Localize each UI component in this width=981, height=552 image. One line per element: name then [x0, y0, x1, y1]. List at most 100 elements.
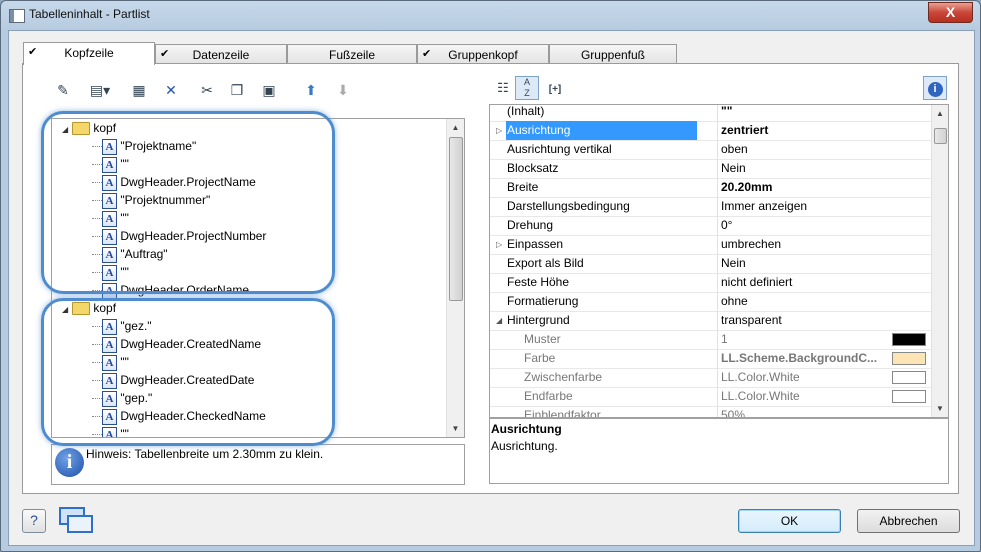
color-swatch[interactable]: [892, 333, 926, 346]
property-row[interactable]: Export als Bild Nein: [490, 254, 931, 274]
property-value[interactable]: 20.20mm: [721, 178, 886, 197]
column-separator: [717, 178, 718, 197]
column-separator: [717, 311, 718, 330]
property-value[interactable]: 50%: [721, 406, 886, 417]
dialog-client: ✔ Kopfzeile ✔ Datenzeile Fußzeile ✔ Grup…: [8, 30, 975, 546]
property-row[interactable]: Blocksatz Nein: [490, 159, 931, 179]
property-name: (Inhalt): [507, 104, 545, 118]
color-swatch[interactable]: [892, 390, 926, 403]
property-value[interactable]: LL.Color.White: [721, 387, 886, 406]
column-separator: [717, 159, 718, 178]
cut-icon[interactable]: ✂: [197, 80, 217, 100]
property-value[interactable]: oben: [721, 140, 886, 159]
tab-fusszeile[interactable]: Fußzeile: [287, 44, 417, 64]
up-icon[interactable]: ⬆: [301, 80, 321, 100]
delete-icon[interactable]: ✕: [161, 80, 181, 100]
column-separator: [717, 254, 718, 273]
cancel-button[interactable]: Abbrechen: [857, 509, 960, 533]
scroll-thumb[interactable]: [934, 128, 947, 144]
property-row[interactable]: Zwischenfarbe LL.Color.White: [490, 368, 931, 388]
hint-text: Hinweis: Tabellenbreite um 2.30mm zu kle…: [86, 447, 324, 461]
help-icon[interactable]: ?: [22, 509, 46, 533]
column-separator: [717, 197, 718, 216]
property-value[interactable]: Nein: [721, 159, 886, 178]
property-scrollbar[interactable]: ▲ ▼: [931, 105, 948, 417]
info-icon: i: [55, 448, 84, 477]
tree-scrollbar[interactable]: ▲ ▼: [446, 119, 464, 437]
dialog-window: Tabelleninhalt - Partlist X ✔ Kopfzeile …: [0, 0, 981, 552]
tab-label: Datenzeile: [192, 48, 250, 62]
expand-icon[interactable]: ▷: [496, 121, 502, 140]
property-row[interactable]: Feste Höhe nicht definiert: [490, 273, 931, 293]
info-toggle-button[interactable]: i: [923, 76, 947, 100]
scroll-up-icon[interactable]: ▲: [447, 119, 464, 136]
color-swatch[interactable]: [892, 352, 926, 365]
property-value[interactable]: transparent: [721, 311, 886, 330]
property-row[interactable]: Muster 1: [490, 330, 931, 350]
property-value[interactable]: nicht definiert: [721, 273, 886, 292]
property-row[interactable]: (Inhalt) "": [490, 104, 931, 122]
paste-icon[interactable]: ▣: [259, 80, 279, 100]
property-value[interactable]: LL.Color.White: [721, 368, 886, 387]
collapse-icon[interactable]: ◢: [496, 311, 502, 330]
property-grid[interactable]: (Inhalt) "" ▷ Ausrichtung zentriert Ausrichtu…: [489, 104, 949, 418]
property-row[interactable]: ▷ Einpassen umbrechen: [490, 235, 931, 255]
scroll-up-icon[interactable]: ▲: [932, 105, 948, 122]
highlight-box-1: [41, 111, 335, 294]
property-value[interactable]: umbrechen: [721, 235, 886, 254]
ok-button[interactable]: OK: [738, 509, 841, 533]
scroll-thumb[interactable]: [449, 137, 463, 301]
property-row[interactable]: Farbe LL.Scheme.BackgroundC...: [490, 349, 931, 369]
property-name: Ausrichtung vertikal: [507, 142, 612, 156]
windows-icon[interactable]: [59, 507, 93, 533]
property-row[interactable]: Breite 20.20mm: [490, 178, 931, 198]
property-row[interactable]: ◢ Hintergrund transparent: [490, 311, 931, 331]
property-value[interactable]: Immer anzeigen: [721, 197, 886, 216]
tab-label: Kopfzeile: [64, 46, 114, 60]
property-value[interactable]: ohne: [721, 292, 886, 311]
new-icon[interactable]: ▤▾: [85, 80, 115, 100]
az-sort-icon[interactable]: AZ: [515, 76, 539, 100]
copy-icon[interactable]: ❐: [227, 80, 247, 100]
expand-all-button[interactable]: [+]: [543, 80, 567, 100]
tab-label: Fußzeile: [328, 48, 375, 62]
wand-icon[interactable]: ✎: [53, 80, 73, 100]
property-row[interactable]: Einblendfaktor 50%: [490, 406, 931, 418]
expand-icon[interactable]: ▷: [496, 235, 502, 254]
scroll-down-icon[interactable]: ▼: [932, 400, 948, 417]
category-view-icon[interactable]: ☷: [493, 78, 513, 98]
property-name: Feste Höhe: [507, 275, 570, 289]
column-separator: [717, 121, 718, 140]
tab-datenzeile[interactable]: ✔ Datenzeile: [155, 44, 287, 64]
property-row[interactable]: Drehung 0°: [490, 216, 931, 236]
property-value[interactable]: LL.Scheme.BackgroundC...: [721, 349, 886, 368]
property-name: Hintergrund: [507, 313, 570, 327]
property-row[interactable]: Darstellungsbedingung Immer anzeigen: [490, 197, 931, 217]
property-value[interactable]: 0°: [721, 216, 886, 235]
property-name: Export als Bild: [507, 256, 584, 270]
property-value[interactable]: Nein: [721, 254, 886, 273]
tab-gruppenfuss[interactable]: Gruppenfuß: [549, 44, 677, 64]
property-value[interactable]: "": [721, 105, 886, 121]
property-row[interactable]: Endfarbe LL.Color.White: [490, 387, 931, 407]
scroll-down-icon[interactable]: ▼: [447, 420, 464, 437]
title-bar[interactable]: Tabelleninhalt - Partlist X: [1, 1, 980, 29]
property-row[interactable]: Ausrichtung vertikal oben: [490, 140, 931, 160]
tab-kopfzeile[interactable]: ✔ Kopfzeile: [23, 42, 155, 65]
property-row[interactable]: ▷ Ausrichtung zentriert: [490, 121, 931, 141]
check-icon: ✔: [28, 46, 38, 58]
column-separator: [717, 406, 718, 417]
property-name: Ausrichtung: [506, 121, 697, 140]
property-row[interactable]: Formatierung ohne: [490, 292, 931, 312]
color-swatch[interactable]: [892, 371, 926, 384]
property-value[interactable]: zentriert: [721, 121, 886, 140]
property-name: Darstellungsbedingung: [507, 199, 630, 213]
property-value[interactable]: 1: [721, 330, 886, 349]
description-title: Ausrichtung: [491, 422, 562, 436]
properties-icon[interactable]: ▦: [129, 80, 149, 100]
property-name: Einblendfaktor: [524, 408, 601, 418]
column-separator: [717, 330, 718, 349]
tab-gruppenkopf[interactable]: ✔ Gruppenkopf: [417, 44, 549, 64]
highlight-box-2: [41, 298, 335, 446]
close-button[interactable]: X: [928, 2, 973, 23]
